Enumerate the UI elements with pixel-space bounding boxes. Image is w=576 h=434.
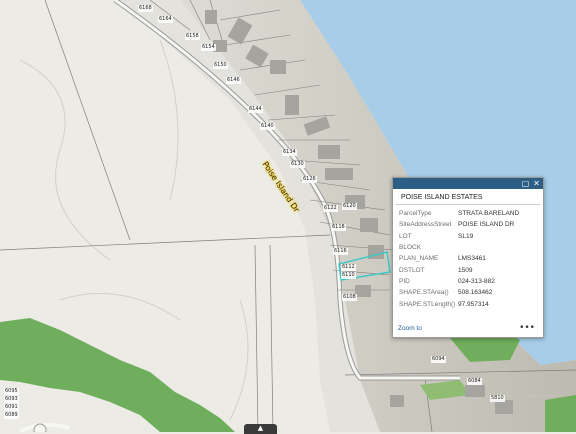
attribute-key: SHAPE.STLength() (399, 300, 456, 308)
lot-label: 6144 (248, 106, 263, 113)
bottom-panel-handle[interactable]: ▲ (244, 424, 277, 434)
attribute-row: SHAPE.STArea() 508.163462 (399, 287, 519, 298)
attribute-value: 508.163462 (458, 289, 493, 297)
lot-label: 6150 (213, 62, 228, 69)
attribute-row: BLOCK (399, 242, 519, 253)
lot-label: 6112 (341, 264, 356, 271)
lot-label: 6094 (431, 356, 446, 363)
attribute-row: SHAPE.STLength() 97.957314 (399, 298, 519, 309)
maximize-icon[interactable]: ▢ (521, 179, 530, 188)
attribute-row: ParcelType STRATA BARELAND (399, 208, 519, 219)
feature-popup: ▢ ✕ POISE ISLAND ESTATES ParcelType STRAT… (392, 177, 544, 338)
lot-label: 6168 (138, 5, 153, 12)
lot-label: 6095 (4, 388, 19, 395)
attribute-value: 97.957314 (458, 300, 489, 308)
popup-footer: Zoom to ••• (393, 323, 543, 337)
attribute-key: BLOCK (399, 244, 422, 252)
lot-label: 6116 (333, 248, 348, 255)
lot-label: 6118 (331, 224, 346, 231)
attribute-value: POISE ISLAND DR (458, 221, 515, 229)
close-icon[interactable]: ✕ (532, 179, 541, 188)
attribute-row: SiteAddressStreet POISE ISLAND DR (399, 219, 519, 230)
lot-label: 6126 (302, 176, 317, 183)
lot-label: 6108 (342, 294, 357, 301)
attribute-row: PLAN_NAME LMS3461 (399, 253, 519, 264)
attribute-row: LOT SL19 (399, 231, 519, 242)
attribute-value: 024-313-882 (458, 277, 495, 285)
lot-label: 6093 (4, 396, 19, 403)
lot-label: 6164 (158, 16, 173, 23)
lot-label: 6120 (342, 203, 357, 210)
attribute-row: PID 024-313-882 (399, 276, 519, 287)
attribute-value: STRATA BARELAND (458, 210, 520, 218)
zoom-to-link[interactable]: Zoom to (398, 325, 422, 332)
attribute-value: LMS3461 (458, 255, 486, 263)
attribute-value: SL19 (458, 232, 474, 240)
attribute-key: SiteAddressStreet (399, 221, 452, 229)
lot-label: 6122 (323, 205, 338, 212)
lot-label: 6084 (467, 378, 482, 385)
attribute-key: LOT (399, 232, 412, 240)
attribute-row: DSTLOT 1509 (399, 264, 519, 275)
lot-label: 6130 (290, 161, 305, 168)
lot-label: 6154 (201, 44, 216, 51)
attribute-table: ParcelType STRATA BARELAND SiteAddressStr… (399, 208, 519, 310)
attribute-value (458, 242, 519, 253)
lot-label: 6140 (260, 123, 275, 130)
attribute-key: PID (399, 277, 410, 285)
popup-header: ▢ ✕ (393, 178, 543, 189)
lot-label: 6110 (341, 272, 356, 279)
attribute-key: ParcelType (399, 210, 432, 218)
lot-label: 6091 (4, 404, 19, 411)
lot-label: 6089 (4, 412, 19, 419)
popup-title: POISE ISLAND ESTATES (396, 189, 540, 205)
lot-label: 6134 (282, 149, 297, 156)
attribute-value: 1509 (458, 266, 473, 274)
attribute-key: SHAPE.STArea() (399, 289, 449, 297)
attribute-key: PLAN_NAME (399, 255, 439, 263)
lot-label: 6146 (226, 77, 241, 84)
attribute-key: DSTLOT (399, 266, 425, 274)
more-actions-button[interactable]: ••• (519, 323, 535, 333)
lot-label: 5810 (490, 395, 505, 402)
lot-label: 6158 (185, 33, 200, 40)
